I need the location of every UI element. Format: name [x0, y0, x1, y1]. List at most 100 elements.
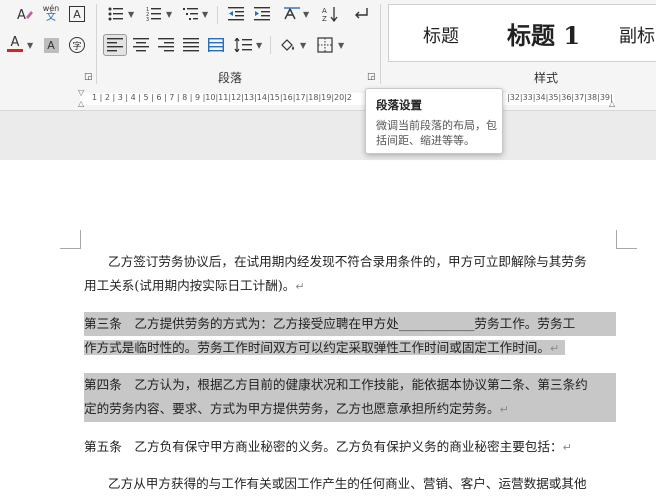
sort-button[interactable]: AZ	[320, 4, 342, 24]
chinese-layout-button[interactable]	[281, 4, 303, 24]
paragraph-dialog-launcher-icon[interactable]: ◲	[367, 72, 376, 82]
font-color-dropdown-icon[interactable]: ▼	[27, 41, 33, 50]
multilevel-list-button[interactable]	[180, 4, 202, 24]
ribbon: A wén 文 A A ▼ A 字 ▼ 1 2 3 ▼ ▼ ▼ A Z ▼ ▼ …	[0, 0, 656, 90]
justify-icon	[183, 38, 199, 52]
horizontal-ruler[interactable]: ▽ △ 1 | 2 | 3 | 4 | 5 | 6 | 7 | 8 | 9 |1…	[0, 89, 656, 111]
center-icon	[133, 38, 149, 52]
character-border-button[interactable]: A	[66, 4, 88, 24]
hanging-indent-marker-icon[interactable]: △	[78, 100, 84, 108]
paragraph-line: 乙方签订劳务协议后，在试用期内经发现不符合录用条件的，甲方可立即解除与其劳务	[84, 250, 616, 274]
paragraph-mark-icon: ↵	[499, 403, 509, 416]
justify-button[interactable]	[180, 35, 202, 55]
font-color-button[interactable]: A	[4, 34, 26, 54]
paragraph-text: 乙方从甲方获得的与工作有关或因工作产生的任何商业、营销、客户、运营数据或其他	[108, 476, 587, 491]
border-letter: A	[73, 7, 81, 21]
borders-dropdown-icon[interactable]: ▼	[338, 41, 344, 50]
phonetic-bottom-text: 文	[45, 12, 56, 23]
paragraph-5[interactable]: 乙方从甲方获得的与工作有关或因工作产生的任何商业、营销、客户、运营数据或其他	[84, 472, 616, 496]
paragraph-group-label: 段落	[218, 71, 243, 85]
numbering-dropdown-icon[interactable]: ▼	[166, 10, 172, 19]
svg-text:A: A	[17, 8, 26, 22]
show-paragraph-marks-icon	[355, 8, 368, 19]
numbering-button[interactable]: 1 2 3	[143, 4, 165, 24]
toolbar-divider	[270, 36, 271, 54]
paragraph-text: 第五条 乙方负有保守甲方商业秘密的义务。乙方负有保护义务的商业秘密主要包括：	[84, 439, 563, 454]
paragraph-4[interactable]: 第五条 乙方负有保守甲方商业秘密的义务。乙方负有保护义务的商业秘密主要包括：↵	[84, 435, 616, 460]
enclose-char: 字	[72, 41, 82, 52]
ruler-numbers-left: 1 | 2 | 3 | 4 | 5 | 6 | 7 | 8 | 9 |10|11…	[92, 93, 353, 102]
styles-gallery: 标题 标题 1 副标	[388, 4, 656, 62]
paragraph-1[interactable]: 乙方签订劳务协议后，在试用期内经发现不符合录用条件的，甲方可立即解除与其劳务 用…	[84, 250, 616, 299]
multilevel-list-icon	[183, 8, 198, 20]
distributed-button[interactable]	[205, 35, 227, 55]
align-right-icon	[158, 38, 174, 52]
sort-icon: AZ	[322, 7, 338, 22]
paragraph-text: 第三条 乙方提供劳务的方式为：乙方接受应聘在甲方处____________劳务工…	[84, 316, 576, 331]
align-left-button[interactable]	[103, 34, 127, 56]
paragraph-line: 第五条 乙方负有保守甲方商业秘密的义务。乙方负有保护义务的商业秘密主要包括：↵	[84, 435, 616, 460]
align-left-icon	[107, 38, 123, 52]
document-page[interactable]: 乙方签订劳务协议后，在试用期内经发现不符合录用条件的，甲方可立即解除与其劳务 用…	[0, 160, 656, 500]
bullets-button[interactable]	[105, 4, 127, 24]
character-shading-button[interactable]: A	[40, 35, 62, 55]
paragraph-settings-tooltip: 段落设置 微调当前段落的布局，包括间距、缩进等等。	[365, 88, 503, 154]
font-color-swatch	[7, 49, 23, 52]
shading-dropdown-icon[interactable]: ▼	[300, 41, 306, 50]
style-title[interactable]: 标题	[423, 22, 459, 48]
character-shading-icon: A	[43, 37, 59, 53]
chinese-layout-dropdown-icon[interactable]: ▼	[303, 10, 309, 19]
svg-text:3: 3	[146, 17, 149, 21]
paragraph-2[interactable]: 第三条 乙方提供劳务的方式为：乙方接受应聘在甲方处____________劳务工…	[84, 312, 616, 361]
chinese-layout-icon	[284, 7, 300, 20]
paragraph-mark-icon: ↵	[562, 441, 572, 454]
line-spacing-button[interactable]	[232, 35, 254, 55]
paragraph-mark-icon: ↵	[549, 342, 560, 355]
center-button[interactable]	[130, 35, 152, 55]
indent-marker-icon[interactable]: ▽	[78, 89, 84, 97]
borders-icon	[317, 37, 333, 53]
paragraph-text: 定的劳务内容、要求、方式为甲方提供劳务，乙方也愿意承担所约定劳务。	[84, 401, 500, 416]
line-spacing-dropdown-icon[interactable]: ▼	[256, 41, 262, 50]
paragraph-3[interactable]: 第四条 乙方认为，根据乙方目前的健康状况和工作技能，能依据本协议第二条、第三条约…	[84, 373, 616, 422]
paragraph-text: 用工关系(试用期内按实际日工计酬)。	[84, 278, 296, 293]
clear-format-button[interactable]: A	[14, 4, 36, 24]
multilevel-dropdown-icon[interactable]: ▼	[202, 10, 208, 19]
paragraph-line: 第三条 乙方提供劳务的方式为：乙方接受应聘在甲方处____________劳务工…	[84, 312, 616, 336]
paragraph-line: 乙方从甲方获得的与工作有关或因工作产生的任何商业、营销、客户、运营数据或其他	[84, 472, 616, 496]
enclose-characters-button[interactable]: 字	[66, 35, 88, 55]
margin-corner-top-right	[616, 230, 637, 249]
paragraph-text: 乙方签订劳务协议后，在试用期内经发现不符合录用条件的，甲方可立即解除与其劳务	[108, 254, 587, 269]
tooltip-title: 段落设置	[376, 98, 422, 112]
phonetic-guide-icon: wén 文	[43, 4, 60, 23]
paragraph-line: 作方式是临时性的。劳务工作时间双方可以约定采取弹性工作时间或固定工作时间。↵	[84, 336, 616, 361]
ruler-numbers-right: |32|33|34|35|36|37|38|39|	[507, 93, 613, 102]
phonetic-guide-button[interactable]: wén 文	[40, 3, 62, 23]
paragraph-line: 第四条 乙方认为，根据乙方目前的健康状况和工作技能，能依据本协议第二条、第三条约	[84, 373, 616, 397]
borders-button[interactable]	[314, 35, 336, 55]
character-border-icon: A	[69, 6, 85, 22]
bullets-dropdown-icon[interactable]: ▼	[128, 10, 134, 19]
enclose-characters-icon: 字	[69, 37, 85, 53]
styles-group-label: 样式	[534, 71, 559, 85]
font-dialog-launcher-icon[interactable]: ◲	[84, 72, 93, 82]
shading-button[interactable]	[277, 35, 299, 55]
decrease-indent-button[interactable]	[225, 4, 247, 24]
show-paragraph-marks-button[interactable]	[350, 4, 372, 24]
bullets-icon	[108, 7, 123, 21]
font-color-icon: A	[7, 36, 23, 52]
right-indent-marker-icon[interactable]: △	[609, 100, 615, 108]
paragraph-mark-icon: ↵	[295, 280, 305, 293]
numbering-icon: 1 2 3	[146, 7, 161, 21]
group-divider	[96, 4, 97, 84]
increase-indent-button[interactable]	[251, 4, 273, 24]
decrease-indent-icon	[228, 7, 244, 21]
style-subtitle[interactable]: 副标	[619, 22, 655, 48]
font-color-letter: A	[10, 35, 20, 50]
align-right-button[interactable]	[155, 35, 177, 55]
tooltip-description: 微调当前段落的布局，包括间距、缩进等等。	[376, 119, 497, 147]
paragraph-line: 定的劳务内容、要求、方式为甲方提供劳务，乙方也愿意承担所约定劳务。↵	[84, 397, 616, 422]
svg-text:Z: Z	[322, 15, 327, 22]
style-heading-1[interactable]: 标题 1	[507, 16, 580, 51]
distributed-icon	[208, 38, 224, 52]
